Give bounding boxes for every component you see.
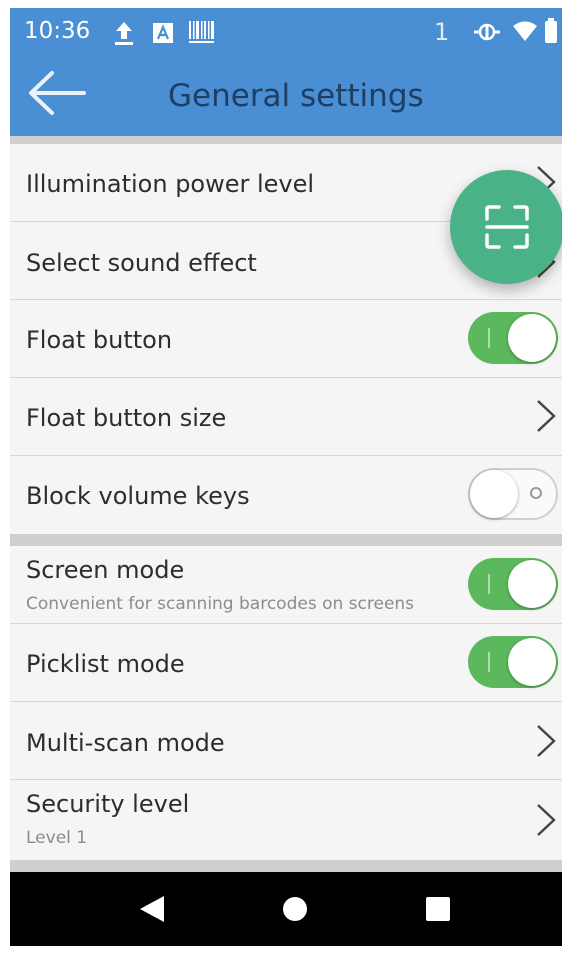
row-subtitle: Convenient for scanning barcodes on scre… [26, 594, 415, 614]
battery-icon [545, 18, 557, 43]
status-bar: 10:36 1 [10, 8, 562, 56]
a-box-icon [153, 23, 173, 43]
notification-count: 1 [434, 18, 450, 46]
row-label: Float button size [26, 404, 227, 432]
security-level-row[interactable]: Security level Level 1 [10, 780, 562, 860]
wifi-icon [513, 21, 537, 41]
multi-scan-mode-row[interactable]: Multi-scan mode [10, 702, 562, 780]
picklist-mode-toggle[interactable] [468, 636, 558, 688]
status-time: 10:36 [24, 18, 91, 44]
float-button-row: Float button [10, 300, 562, 378]
screen-mode-row: Screen mode Convenient for scanning barc… [10, 546, 562, 624]
floating-scan-button[interactable] [450, 170, 562, 284]
row-label: Picklist mode [26, 650, 185, 678]
row-label: Security level [26, 790, 190, 818]
section-divider [10, 136, 562, 144]
row-label: Float button [26, 326, 173, 354]
recents-square-icon[interactable] [424, 894, 452, 924]
float-button-size-row[interactable]: Float button size [10, 378, 562, 456]
barcode-icon [189, 21, 214, 43]
block-volume-keys-row: Block volume keys [10, 456, 562, 534]
section-divider [10, 860, 562, 872]
navigation-bar [10, 872, 562, 946]
data-saver-icon [474, 23, 500, 41]
chevron-right-icon [537, 804, 556, 836]
row-subtitle: Level 1 [26, 828, 88, 848]
row-label: Block volume keys [26, 482, 250, 510]
row-label: Screen mode [26, 556, 185, 584]
row-label: Illumination power level [26, 170, 315, 198]
block-volume-keys-toggle[interactable] [468, 468, 558, 520]
back-triangle-icon[interactable] [138, 894, 166, 924]
app-bar: 10:36 1 General settings [10, 8, 562, 136]
screen-mode-toggle[interactable] [468, 558, 558, 610]
upload-icon [115, 22, 133, 45]
home-circle-icon[interactable] [281, 894, 309, 924]
chevron-right-icon [537, 400, 556, 432]
float-button-toggle[interactable] [468, 312, 558, 364]
phone-screen: 10:36 1 General settings Illumination po… [10, 8, 562, 946]
scan-frame-icon [485, 205, 529, 249]
row-label: Multi-scan mode [26, 729, 225, 757]
picklist-mode-row: Picklist mode [10, 624, 562, 702]
page-title: General settings [168, 78, 424, 114]
section-divider [10, 534, 562, 546]
chevron-right-icon [537, 725, 556, 757]
back-arrow-icon[interactable] [26, 70, 86, 116]
row-label: Select sound effect [26, 249, 257, 277]
